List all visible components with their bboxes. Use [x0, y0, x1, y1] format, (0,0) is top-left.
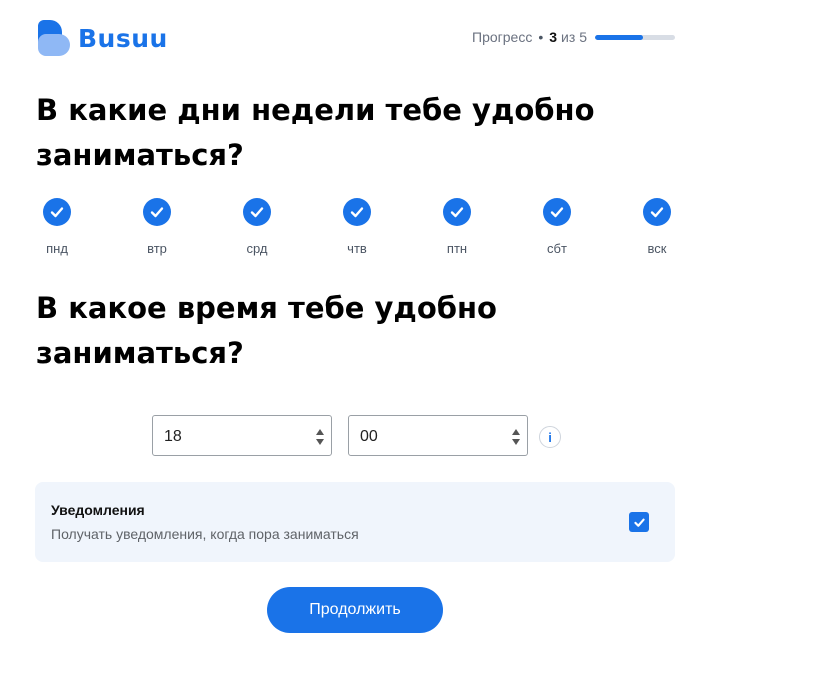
- progress-bar-fill: [595, 35, 643, 40]
- notifications-checkbox[interactable]: [629, 512, 649, 532]
- minute-select[interactable]: 00: [348, 415, 528, 456]
- progress-bar: [595, 35, 675, 40]
- progress-of: из: [561, 29, 576, 45]
- day-label: птн: [446, 241, 468, 256]
- info-icon[interactable]: i: [539, 426, 561, 448]
- day-label: сбт: [547, 241, 567, 256]
- busuu-logo-mark: [38, 20, 70, 56]
- checkmark-icon: [243, 198, 271, 226]
- progress-total: 5: [579, 29, 588, 45]
- day-label: пнд: [46, 241, 68, 256]
- checkmark-icon: [143, 198, 171, 226]
- minute-value: 00: [360, 428, 378, 445]
- day-toggle-sat[interactable]: сбт: [536, 198, 578, 256]
- weekday-selector: пнд втр срд чтв птн сбт вск: [36, 198, 678, 256]
- day-toggle-wed[interactable]: срд: [236, 198, 278, 256]
- day-toggle-sun[interactable]: вск: [636, 198, 678, 256]
- day-toggle-fri[interactable]: птн: [436, 198, 478, 256]
- day-toggle-tue[interactable]: втр: [136, 198, 178, 256]
- notifications-description: Получать уведомления, когда пора занимат…: [51, 526, 359, 542]
- day-label: чтв: [347, 241, 367, 256]
- hour-select[interactable]: 18: [152, 415, 332, 456]
- notifications-title: Уведомления: [51, 502, 145, 518]
- checkmark-icon: [643, 198, 671, 226]
- day-label: втр: [147, 241, 167, 256]
- checkmark-icon: [443, 198, 471, 226]
- checkmark-icon: [633, 518, 645, 527]
- checkmark-icon: [43, 198, 71, 226]
- day-toggle-mon[interactable]: пнд: [36, 198, 78, 256]
- busuu-logo: Busuu: [38, 20, 168, 56]
- progress-separator: •: [538, 29, 544, 45]
- brand-name: Busuu: [78, 23, 168, 53]
- time-question-title: В какое время тебе удобно заниматься?: [36, 291, 497, 370]
- progress-indicator: Прогресс • 3 из 5: [472, 29, 587, 45]
- days-question-title: В какие дни недели тебе удобно заниматьс…: [36, 93, 595, 172]
- continue-button[interactable]: Продолжить: [267, 587, 443, 633]
- hour-value: 18: [164, 428, 182, 445]
- day-label: срд: [246, 241, 268, 256]
- checkmark-icon: [543, 198, 571, 226]
- spinner-arrows-icon: [316, 429, 324, 445]
- progress-current: 3: [549, 29, 558, 45]
- spinner-arrows-icon: [512, 429, 520, 445]
- checkmark-icon: [343, 198, 371, 226]
- notifications-panel: Уведомления Получать уведомления, когда …: [35, 482, 675, 562]
- day-toggle-thu[interactable]: чтв: [336, 198, 378, 256]
- progress-label: Прогресс: [472, 29, 533, 45]
- day-label: вск: [647, 241, 667, 256]
